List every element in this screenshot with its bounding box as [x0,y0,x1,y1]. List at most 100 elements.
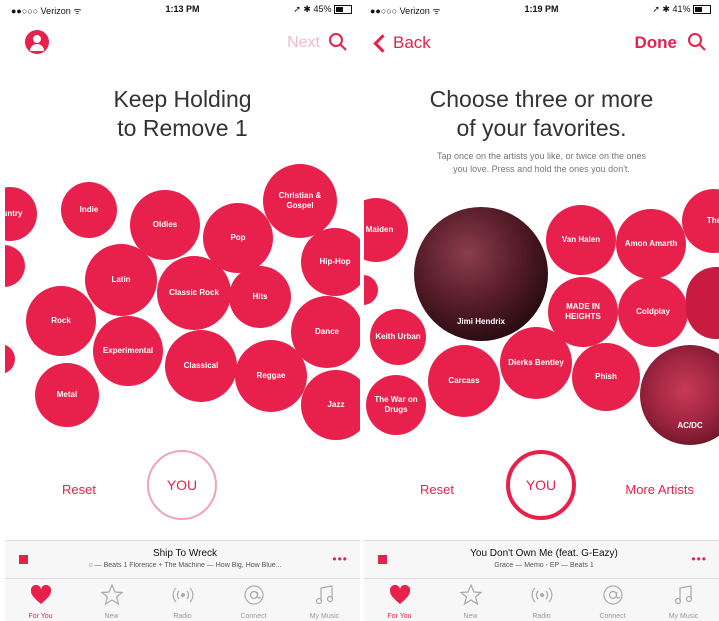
genre-bubbles: ountry Indie Oldies Pop Christian & Gosp… [5,160,360,460]
search-icon[interactable] [687,32,707,52]
tab-my-music[interactable]: My Music [648,579,719,621]
tab-label: Connect [599,613,626,620]
genre-bubble[interactable]: ountry [5,187,37,241]
genre-bubble[interactable]: Hip-Hop [301,228,360,296]
tab-label: My Music [668,613,699,620]
genre-bubble[interactable] [5,344,15,374]
stop-icon[interactable] [378,555,387,564]
genre-bubble[interactable]: Christian & Gospel [263,164,337,238]
mini-player[interactable]: You Don't Own Me (feat. G-Eazy) Grace — … [364,540,719,579]
tab-for-you[interactable]: For You [364,579,435,621]
tab-label: For You [28,613,53,620]
right-screen: ●●○○○ Verizon ᯤ 1:19 PM ➚ ✱ 41% Back Don… [364,0,719,621]
battery-percent: ➚ ✱ 45% [293,4,332,14]
tab-label: Radio [532,613,551,620]
tab-bar: For You New Radio Connect My Music [364,578,719,621]
artist-bubble-photo[interactable]: Jimi Hendrix [414,207,548,341]
chevron-left-icon [373,33,392,53]
bottom-controls: Reset YOU [5,440,360,520]
instructions-line-2: you love. Press and hold the ones you do… [453,164,630,174]
tab-connect[interactable]: Connect [577,579,648,621]
artist-bubble[interactable]: Van Halen [546,205,616,275]
tab-label: New [463,613,478,620]
instructions-line-1: Tap once on the artists you like, or twi… [436,151,647,161]
battery-percent: ➚ ✱ 41% [652,4,691,14]
more-icon[interactable]: ••• [332,552,348,566]
next-button[interactable]: Next [287,34,320,52]
radio-icon [531,587,552,603]
genre-bubble[interactable]: Hits [229,266,291,328]
battery-icon [334,5,352,15]
bottom-controls: Reset YOU More Artists [364,440,719,520]
title-line-1: Choose three or more [429,86,654,112]
music-note-icon [674,585,692,605]
genre-bubble[interactable]: Experimental [93,316,163,386]
you-button[interactable]: YOU [506,450,576,520]
genre-bubble[interactable]: Metal [35,363,99,427]
status-bar: ●●○○○ Verizon ᯤ 1:19 PM ➚ ✱ 41% [364,0,719,18]
tab-radio[interactable]: Radio [506,579,577,621]
artist-bubble[interactable] [686,267,719,339]
left-screen: ●●○○○ Verizon ᯤ 1:13 PM ➚ ✱ 45% Next Kee… [5,0,360,621]
artist-bubble-photo[interactable]: AC/DC [640,345,719,445]
genre-bubble[interactable]: Dance [291,296,360,368]
tab-for-you[interactable]: For You [5,579,76,621]
reset-button[interactable]: Reset [62,482,96,497]
back-button[interactable]: Back [372,33,431,53]
title-line-2: of your favorites. [456,115,627,141]
artist-bubble[interactable]: n Maiden [364,198,408,262]
artist-bubble[interactable]: Coldplay [618,277,688,347]
genre-bubble[interactable]: Classic Rock [157,256,231,330]
search-icon[interactable] [328,32,348,52]
at-sign-icon [602,585,623,605]
more-artists-button[interactable]: More Artists [625,482,694,497]
reset-button[interactable]: Reset [420,482,454,497]
now-playing-subtitle: ○ — Beats 1 Florence + The Machine — How… [88,562,282,569]
you-button[interactable]: YOU [147,450,217,520]
tab-my-music[interactable]: My Music [289,579,360,621]
tab-label: My Music [309,613,340,620]
artist-bubble[interactable]: The War on Drugs [366,375,426,435]
tab-radio[interactable]: Radio [147,579,218,621]
back-label: Back [393,33,431,52]
page-title: Choose three or more of your favorites. [364,85,719,143]
tab-label: Connect [240,613,267,620]
artist-bubble[interactable]: Amon Amarth [616,209,686,279]
heart-icon [389,584,410,604]
tab-label: Radio [173,613,192,620]
tab-label: For You [387,613,412,620]
nav-bar: Next [5,22,360,58]
star-icon [458,583,483,606]
artist-bubble[interactable]: Carcass [428,345,500,417]
battery-status: ➚ ✱ 45% [293,4,352,15]
more-icon[interactable]: ••• [691,552,707,566]
artist-bubble[interactable]: Phish [572,343,640,411]
genre-bubble[interactable]: Classical [165,330,237,402]
tab-new[interactable]: New [76,579,147,621]
instructions: Tap once on the artists you like, or twi… [384,150,699,176]
radio-icon [172,587,193,603]
tab-connect[interactable]: Connect [218,579,289,621]
genre-bubble[interactable]: Indie [61,182,117,238]
music-note-icon [315,585,333,605]
title-line-2: to Remove 1 [117,115,248,141]
tab-new[interactable]: New [435,579,506,621]
stop-icon[interactable] [19,555,28,564]
artist-bubble[interactable]: Keith Urban [370,309,426,365]
now-playing-subtitle: Grace — Memo - EP — Beats 1 [494,562,594,569]
genre-bubble[interactable]: Rock [26,286,96,356]
mini-player[interactable]: Ship To Wreck ○ — Beats 1 Florence + The… [5,540,360,579]
genre-bubble[interactable]: Latin [85,244,157,316]
tab-bar: For You New Radio Connect My Music [5,578,360,621]
genre-bubble[interactable]: Jazz [301,370,360,440]
done-button[interactable]: Done [635,33,678,53]
tab-label: New [104,613,119,620]
battery-icon [693,5,711,15]
profile-icon[interactable] [25,30,49,54]
genre-bubble[interactable] [5,245,25,287]
star-icon [99,583,124,606]
now-playing-title: Ship To Wreck [152,548,218,559]
artist-bubble[interactable] [364,275,378,305]
artist-bubble[interactable]: The [682,189,719,253]
artist-bubble[interactable]: Dierks Bentley [500,327,572,399]
